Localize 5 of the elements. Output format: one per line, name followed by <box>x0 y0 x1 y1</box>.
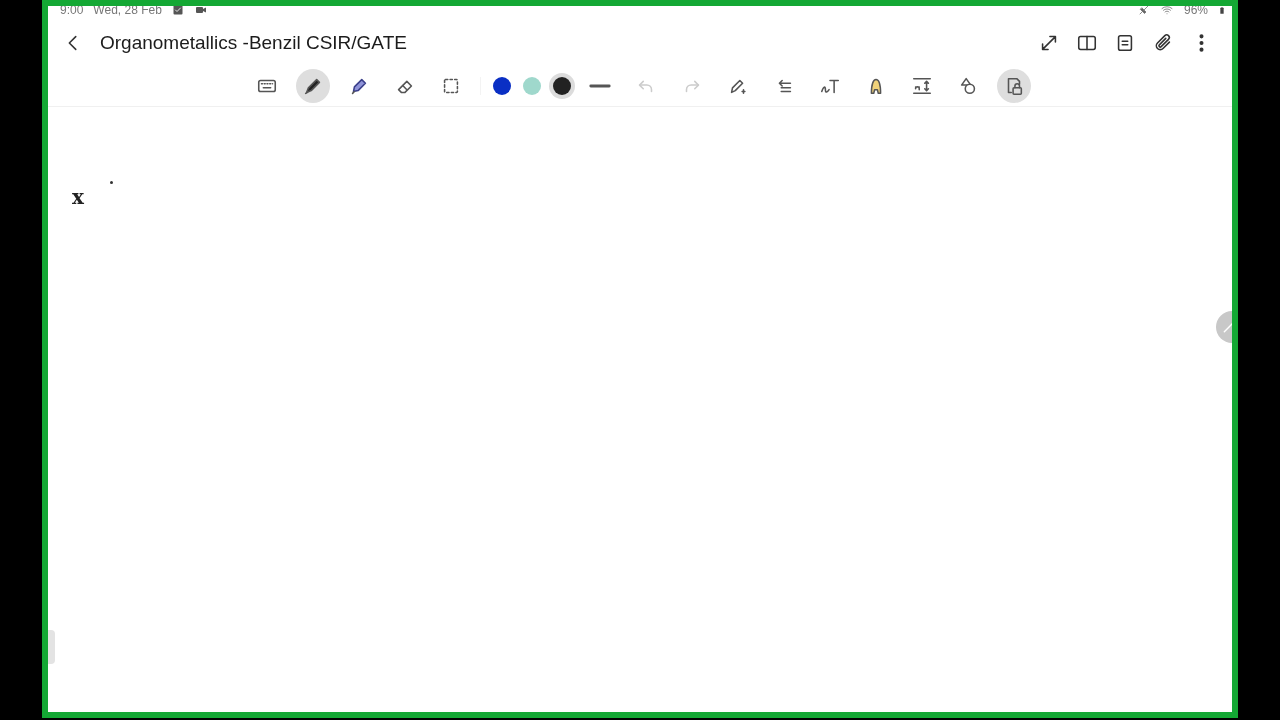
status-time: 9:00 <box>60 6 84 18</box>
handwritten-text: x <box>72 185 84 209</box>
status-date: Wed, 28 Feb <box>93 6 162 18</box>
battery-percent: 96% <box>1183 6 1208 18</box>
note-title: Organometallics -Benzil CSIR/GATE <box>100 32 408 54</box>
